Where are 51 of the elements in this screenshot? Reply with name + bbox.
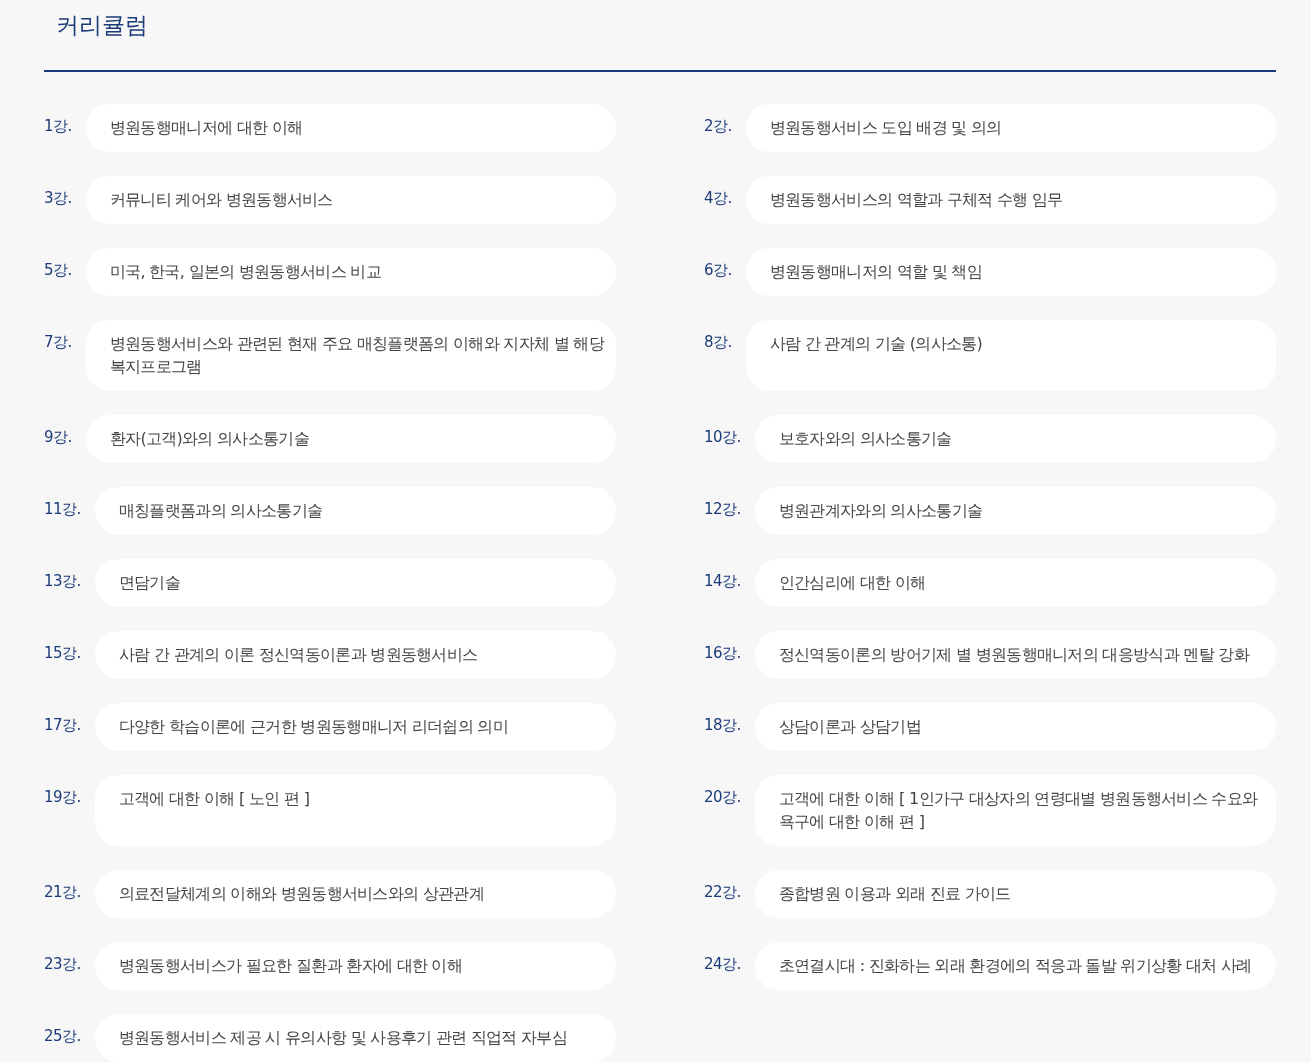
- lecture-title: 고객에 대한 이해 [ 1인가구 대상자의 연령대별 병원동행서비스 수요와 욕구에 대한 이해 편 ]: [754, 775, 1276, 846]
- lecture-number: 19강.: [44, 787, 81, 808]
- lecture-title: 인간심리에 대한 이해: [754, 559, 1276, 607]
- lecture-title: 고객에 대한 이해 [ 노인 편 ]: [94, 775, 616, 846]
- lecture-number: 12강.: [704, 499, 741, 520]
- lecture-number: 17강.: [44, 715, 81, 736]
- lecture-title: 정신역동이론의 방어기제 별 병원동행매니저의 대응방식과 멘탈 강화: [754, 631, 1276, 679]
- lecture-title: 병원동행서비스 도입 배경 및 의의: [745, 104, 1276, 152]
- lecture-number: 16강.: [704, 643, 741, 664]
- lecture-title: 사람 간 관계의 이론 정신역동이론과 병원동행서비스: [94, 631, 616, 679]
- lecture-number: 18강.: [704, 715, 741, 736]
- lecture-number: 14강.: [704, 571, 741, 592]
- lecture-number: 24강.: [704, 954, 741, 975]
- lecture-title: 병원동행서비스와 관련된 현재 주요 매칭플랫폼의 이해와 지자체 별 해당 복지프로그램: [85, 320, 616, 391]
- lecture-number: 10강.: [704, 427, 741, 448]
- lecture-number: 9강.: [44, 427, 72, 448]
- lecture-number: 1강.: [44, 116, 72, 137]
- section-title: 커리큘럼: [56, 11, 149, 40]
- lecture-number: 6강.: [704, 260, 732, 281]
- lecture-title: 병원동행서비스의 역할과 구체적 수행 임무: [745, 176, 1276, 224]
- lecture-number: 7강.: [44, 332, 72, 353]
- lecture-title: 병원동행매니저의 역할 및 책임: [745, 248, 1276, 296]
- lecture-title: 커뮤니티 케어와 병원동행서비스: [85, 176, 616, 224]
- lecture-number: 20강.: [704, 787, 741, 808]
- lecture-number: 13강.: [44, 571, 81, 592]
- lecture-number: 5강.: [44, 260, 72, 281]
- lecture-number: 22강.: [704, 882, 741, 903]
- lecture-title: 사람 간 관계의 기술 (의사소통): [745, 320, 1276, 391]
- lecture-number: 15강.: [44, 643, 81, 664]
- lecture-number: 3강.: [44, 188, 72, 209]
- lecture-title: 미국, 한국, 일본의 병원동행서비스 비교: [85, 248, 616, 296]
- lecture-title: 초연결시대 : 진화하는 외래 환경에의 적응과 돌발 위기상황 대처 사례: [754, 942, 1276, 990]
- lecture-number: 8강.: [704, 332, 732, 353]
- lecture-title: 의료전달체계의 이해와 병원동행서비스와의 상관관계: [94, 870, 616, 918]
- lecture-number: 21강.: [44, 882, 81, 903]
- lecture-title: 병원동행매니저에 대한 이해: [85, 104, 616, 152]
- lecture-title: 병원관계자와의 의사소통기술: [754, 487, 1276, 535]
- lecture-number: 2강.: [704, 116, 732, 137]
- lecture-number: 11강.: [44, 499, 81, 520]
- lecture-title: 상담이론과 상담기법: [754, 703, 1276, 751]
- lecture-number: 4강.: [704, 188, 732, 209]
- lecture-title: 매칭플랫폼과의 의사소통기술: [94, 487, 616, 535]
- lecture-title: 다양한 학습이론에 근거한 병원동행매니저 리더쉽의 의미: [94, 703, 616, 751]
- lecture-title: 면담기술: [94, 559, 616, 607]
- lecture-title: 보호자와의 의사소통기술: [754, 415, 1276, 463]
- lecture-title: 병원동행서비스가 필요한 질환과 환자에 대한 이해: [94, 942, 616, 990]
- lecture-number: 23강.: [44, 954, 81, 975]
- lecture-title: 환자(고객)와의 의사소통기술: [85, 415, 616, 463]
- lecture-title: 종합병원 이용과 외래 진료 가이드: [754, 870, 1276, 918]
- lecture-number: 25강.: [44, 1026, 81, 1047]
- lecture-title: 병원동행서비스 제공 시 유의사항 및 사용후기 관련 직업적 자부심: [94, 1014, 616, 1062]
